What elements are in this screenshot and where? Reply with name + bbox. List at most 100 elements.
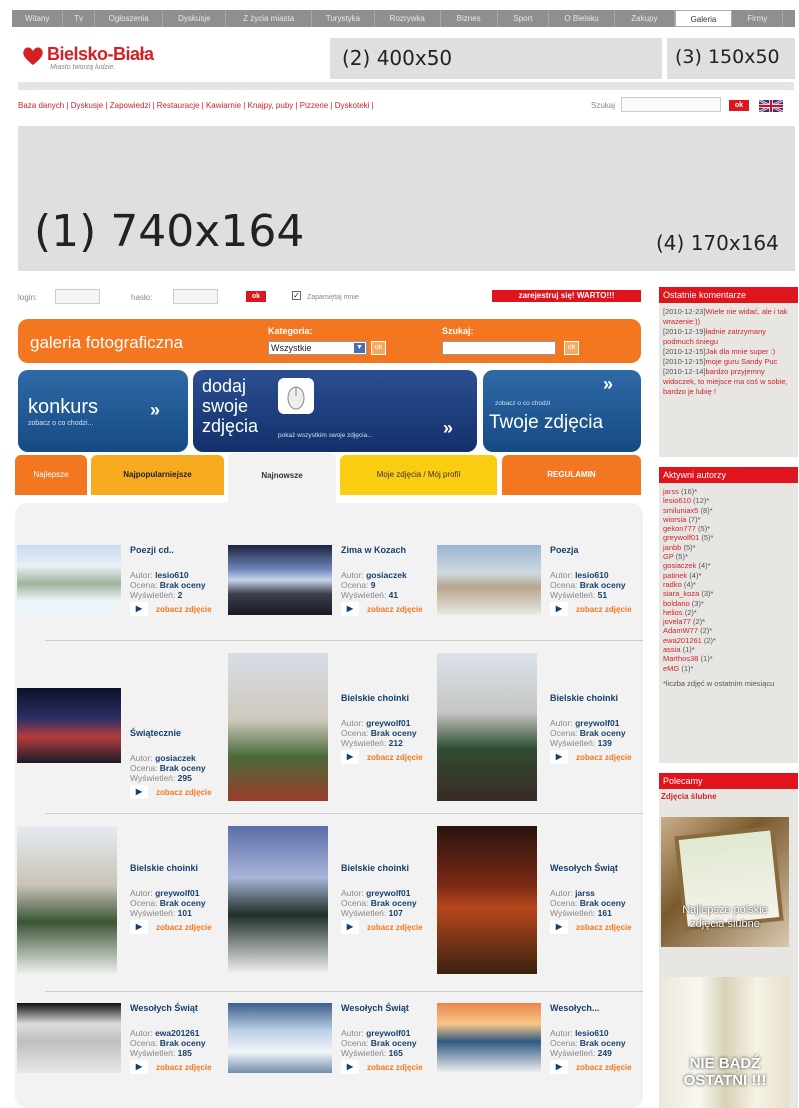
author-name[interactable]: lesio610 — [663, 496, 691, 505]
author-item[interactable]: jovela77 (2)* — [663, 617, 794, 626]
photo-thumbnail[interactable] — [17, 826, 117, 974]
comment-text[interactable]: moje guru Sandy Puc — [706, 357, 778, 366]
author-name[interactable]: helios — [663, 608, 683, 617]
ad-banner-1[interactable]: (1) 740x164 — [18, 126, 650, 271]
view-photo-button[interactable]: ▶ zobacz zdjęcie — [341, 1060, 423, 1074]
author-item[interactable]: greywolf01 (5)* — [663, 533, 794, 542]
remember-checkbox[interactable]: ✓ — [292, 291, 301, 300]
login-ok-button[interactable]: ok — [246, 291, 266, 302]
logo-heart-icon[interactable] — [22, 45, 44, 67]
author-item[interactable]: patinek (4)* — [663, 571, 794, 580]
view-photo-button[interactable]: ▶ zobacz zdjęcie — [130, 785, 212, 799]
photo-title[interactable]: Zima w Kozach — [341, 545, 406, 555]
view-photo-button[interactable]: ▶ zobacz zdjęcie — [341, 750, 423, 764]
author-name[interactable]: gosiaczek — [663, 561, 696, 570]
author-item[interactable]: gekon777 (5)* — [663, 524, 794, 533]
nav-item-turystyka[interactable]: Turystyka — [312, 10, 375, 27]
photo-author[interactable]: lesio610 — [575, 1028, 609, 1038]
photo-thumbnail[interactable] — [437, 826, 537, 974]
photo-author[interactable]: gosiaczek — [155, 753, 196, 763]
password-input[interactable] — [173, 289, 218, 304]
author-item[interactable]: assia (1)* — [663, 645, 794, 654]
ad-banner-3[interactable]: (3) 150x50 — [667, 38, 795, 79]
konkurs-banner[interactable]: konkurs zobacz o co chodzi... » — [18, 370, 188, 452]
gallery-search-input[interactable] — [442, 341, 556, 355]
nav-item-dyskusje[interactable]: Dyskusje — [163, 10, 227, 27]
tab-most-popular[interactable]: Najpopularniejsze — [91, 455, 224, 495]
author-name[interactable]: greywolf01 — [663, 533, 699, 542]
tab-my-photos[interactable]: Moje zdjęcia / Mój profil — [340, 455, 497, 495]
author-item[interactable]: wiorsia (7)* — [663, 515, 794, 524]
author-item[interactable]: eMG (1)* — [663, 664, 794, 673]
nav-item-sport[interactable]: Sport — [498, 10, 550, 27]
author-item[interactable]: Marthos38 (1)* — [663, 654, 794, 663]
author-name[interactable]: patinek — [663, 571, 687, 580]
photo-author[interactable]: greywolf01 — [366, 888, 410, 898]
nav-item-firmy[interactable]: Firmy — [732, 10, 784, 27]
photo-author[interactable]: lesio610 — [155, 570, 189, 580]
nav-item-o-bielsku[interactable]: O Bielsku — [549, 10, 615, 27]
author-item[interactable]: gosiaczek (4)* — [663, 561, 794, 570]
author-item[interactable]: lesio610 (12)* — [663, 496, 794, 505]
author-name[interactable]: smiluniax5 — [663, 506, 698, 515]
tab-newest[interactable]: Najnowsze — [228, 453, 336, 503]
comment-item[interactable]: [2010-12-14]bardzo przyjemny widoczek, t… — [663, 367, 794, 397]
search-ok-button[interactable]: ok — [729, 100, 749, 111]
nav-item-galeria[interactable]: Galeria — [674, 10, 733, 27]
author-name[interactable]: jovela77 — [663, 617, 691, 626]
view-photo-button[interactable]: ▶ zobacz zdjęcie — [130, 920, 212, 934]
author-item[interactable]: GP (5)* — [663, 552, 794, 561]
photo-thumbnail[interactable] — [437, 653, 537, 801]
nie-badz-banner[interactable]: NIE BĄDŹ OSTATNI !!! — [661, 977, 789, 1108]
nav-item-biznes[interactable]: Biznes — [441, 10, 498, 27]
category-links[interactable]: Baza danych | Dyskusje | Zapowiedzi | Re… — [18, 101, 374, 110]
photo-thumbnail[interactable] — [228, 826, 328, 974]
nav-item-rozrywka[interactable]: Rozrywka — [375, 10, 441, 27]
nav-item-zakupy[interactable]: Zakupy — [615, 10, 675, 27]
author-item[interactable]: janbb (5)* — [663, 543, 794, 552]
register-button[interactable]: zarejestruj się! WARTO!!! — [492, 290, 641, 302]
photo-author[interactable]: greywolf01 — [575, 718, 619, 728]
photo-thumbnail[interactable] — [17, 1003, 121, 1073]
author-item[interactable]: helios (2)* — [663, 608, 794, 617]
author-name[interactable]: jarss — [663, 487, 679, 496]
view-photo-button[interactable]: ▶ zobacz zdjęcie — [550, 920, 632, 934]
photo-title[interactable]: Bielskie choinki — [130, 863, 198, 873]
author-name[interactable]: wiorsia — [663, 515, 686, 524]
photo-title[interactable]: Bielskie choinki — [341, 863, 409, 873]
photo-thumbnail[interactable] — [437, 1003, 541, 1073]
ad-banner-2[interactable]: (2) 400x50 — [330, 38, 662, 79]
add-photos-banner[interactable]: dodaj swoje zdjęcia pokaż wszystkim swoj… — [193, 370, 477, 452]
nav-item-z-życia-miasta[interactable]: Z życia miasta — [226, 10, 313, 27]
login-input[interactable] — [55, 289, 100, 304]
photo-title[interactable]: Poezja — [550, 545, 579, 555]
photo-author[interactable]: greywolf01 — [366, 1028, 410, 1038]
photo-thumbnail[interactable] — [228, 1003, 332, 1073]
photo-author[interactable]: ewa201261 — [155, 1028, 199, 1038]
author-name[interactable]: AdamW77 — [663, 626, 698, 635]
chevron-down-icon[interactable]: ▼ — [354, 343, 365, 353]
comment-text[interactable]: Jak dla mnie super :) — [706, 347, 776, 356]
author-item[interactable]: boldano (3)* — [663, 599, 794, 608]
photo-author[interactable]: greywolf01 — [366, 718, 410, 728]
photo-author[interactable]: greywolf01 — [155, 888, 199, 898]
photo-author[interactable]: jarss — [575, 888, 595, 898]
english-flag-icon[interactable] — [759, 100, 783, 112]
photo-thumbnail[interactable] — [228, 653, 328, 801]
author-name[interactable]: ewa201261 — [663, 636, 702, 645]
photo-title[interactable]: Poezji cd.. — [130, 545, 174, 555]
comment-item[interactable]: [2010-12-15]Jak dla mnie super :) — [663, 347, 794, 357]
nav-item-ogłoszenia[interactable]: Ogłoszenia — [95, 10, 164, 27]
photo-thumbnail[interactable] — [17, 545, 121, 615]
photo-title[interactable]: Wesołych Świąt — [341, 1003, 409, 1013]
category-ok-button[interactable]: ok — [371, 341, 386, 355]
nav-item-witany[interactable]: Witany — [12, 10, 64, 27]
photo-thumbnail[interactable] — [437, 545, 541, 615]
author-name[interactable]: eMG — [663, 664, 679, 673]
photo-thumbnail[interactable] — [17, 688, 121, 763]
photo-title[interactable]: Bielskie choinki — [550, 693, 618, 703]
photo-title[interactable]: Bielskie choinki — [341, 693, 409, 703]
gallery-search-ok-button[interactable]: ok — [564, 341, 579, 355]
photo-title[interactable]: Wesołych Świąt — [130, 1003, 198, 1013]
view-photo-button[interactable]: ▶ zobacz zdjęcie — [550, 750, 632, 764]
